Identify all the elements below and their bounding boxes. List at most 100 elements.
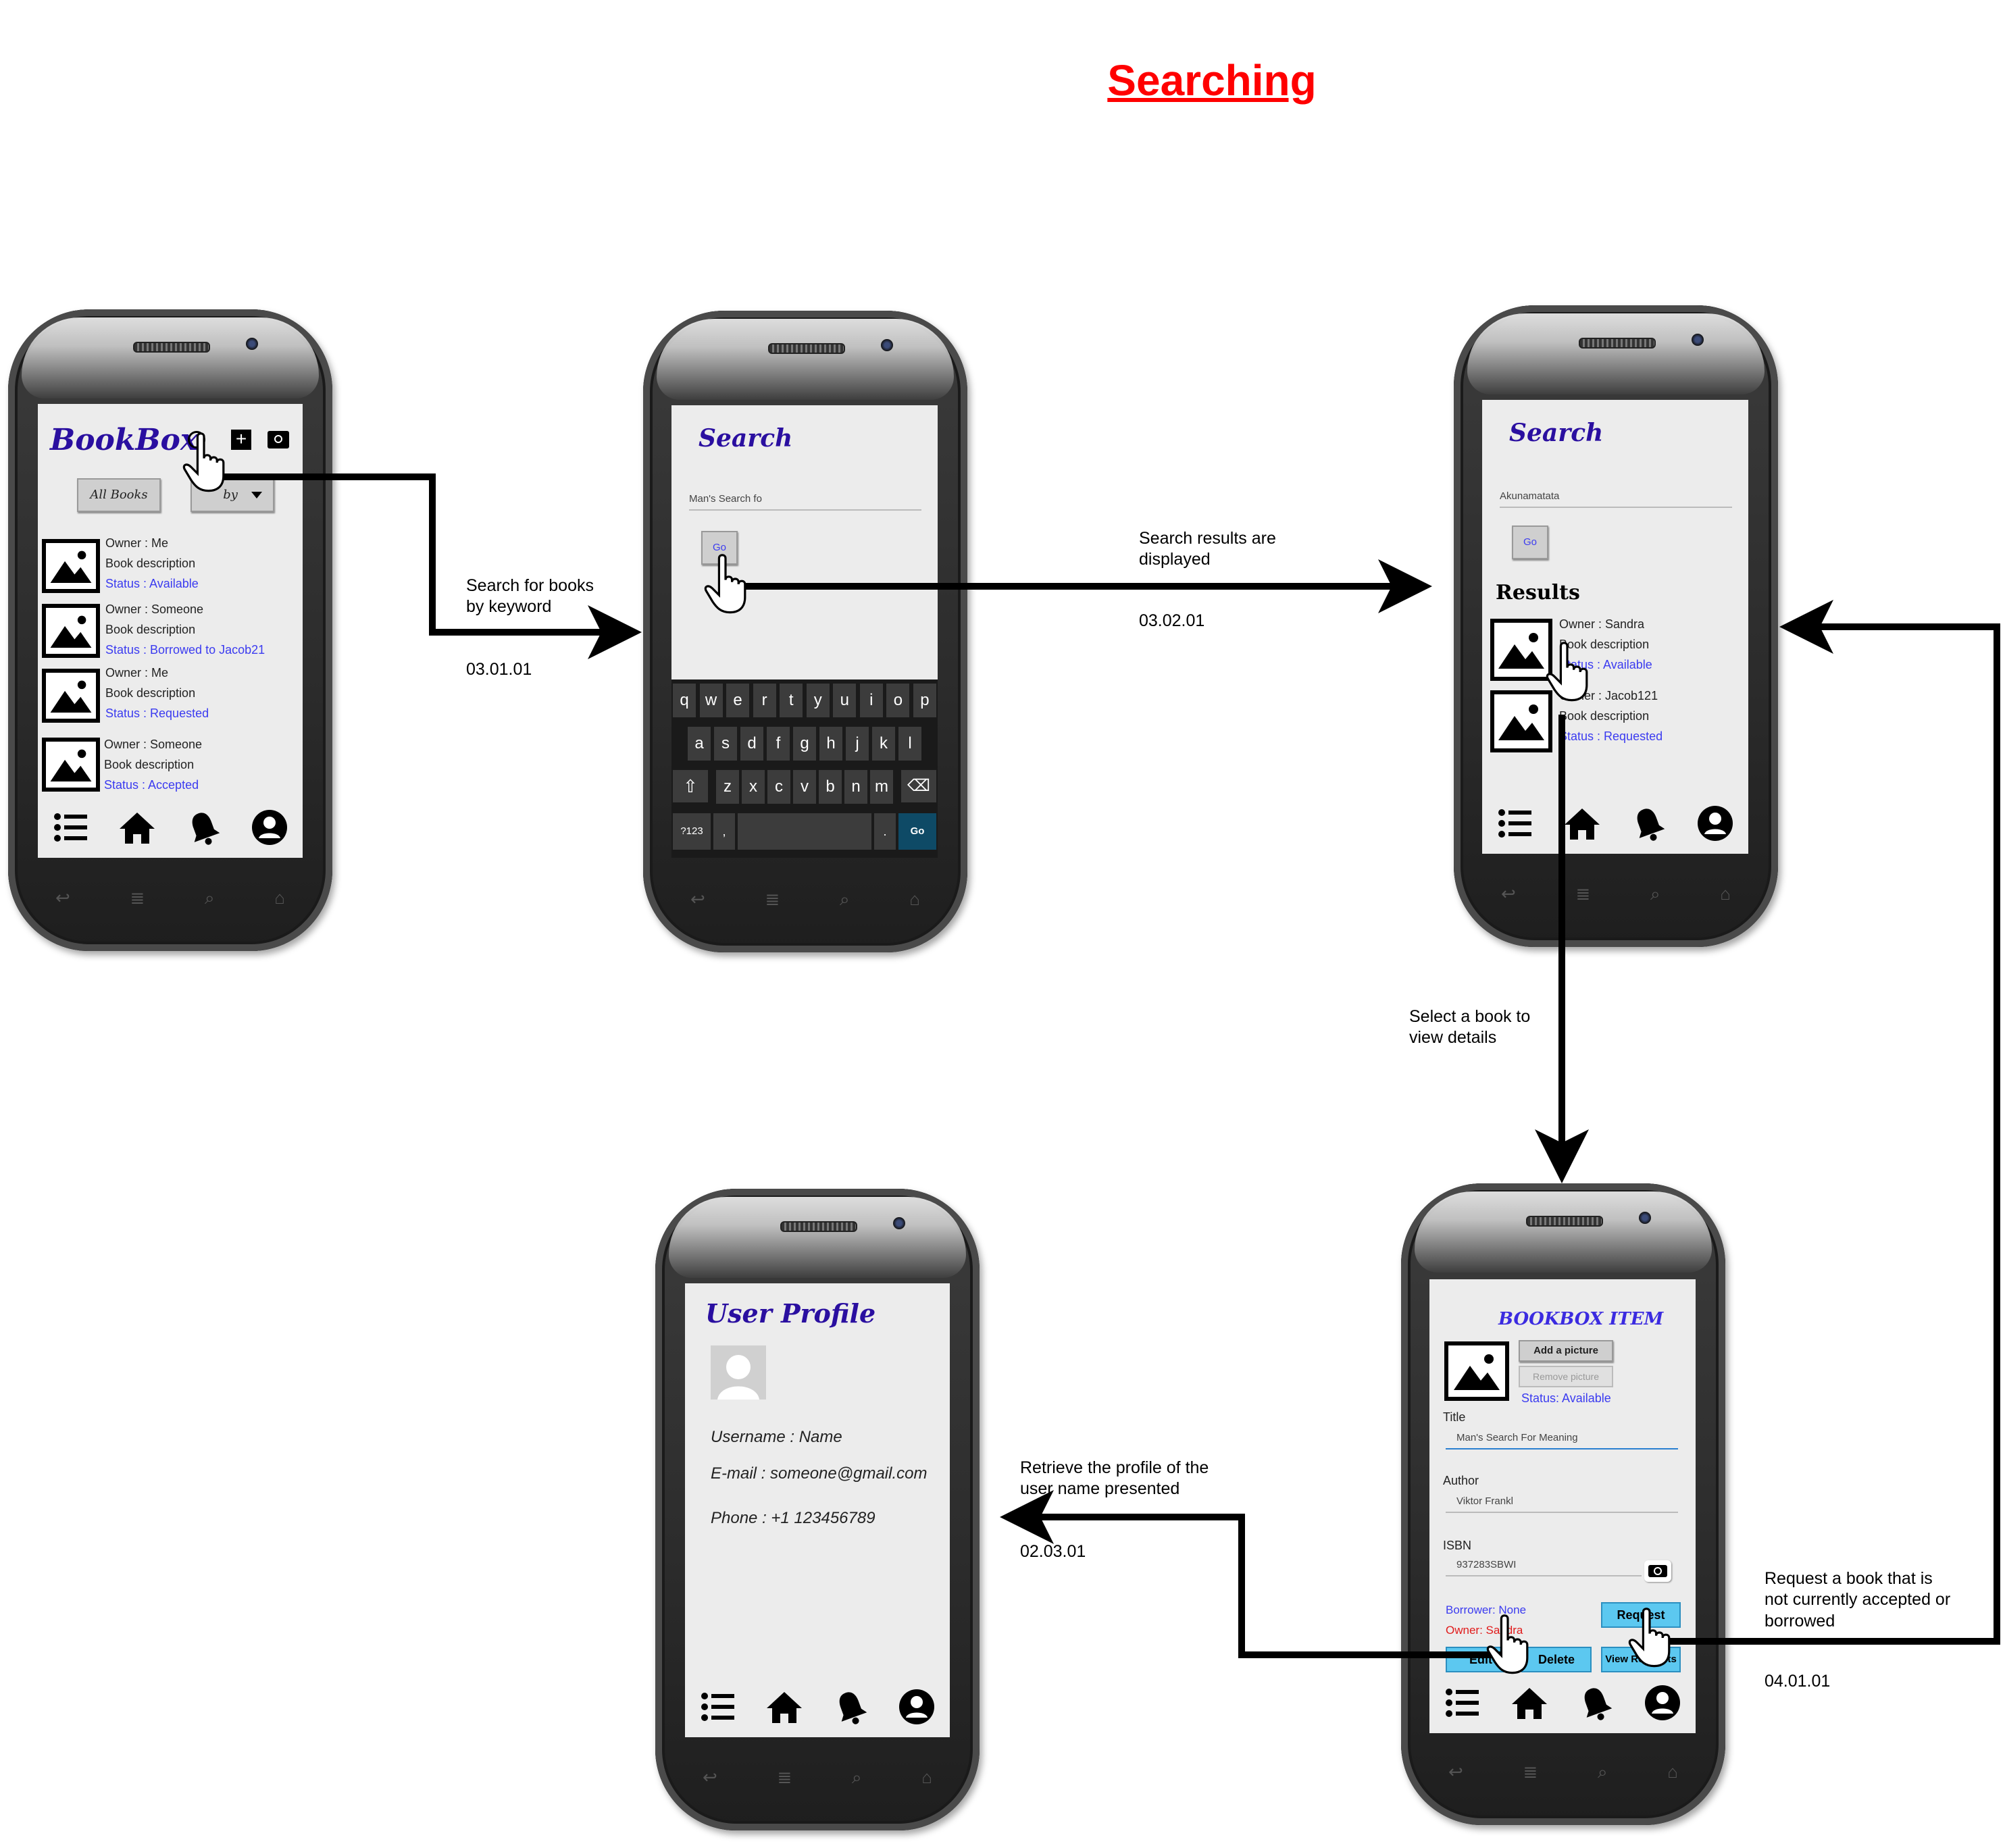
search-input[interactable]: Man's Search fo (689, 493, 921, 511)
home-key-icon[interactable]: ⌂ (1720, 883, 1731, 905)
back-key-icon[interactable]: ↩ (1501, 883, 1516, 905)
home-key-icon[interactable]: ⌂ (1667, 1762, 1678, 1783)
back-key-icon[interactable]: ↩ (703, 1767, 717, 1789)
camera-icon[interactable] (1644, 1560, 1671, 1582)
bell-icon[interactable] (184, 808, 222, 846)
list-item[interactable]: Owner : Me Book description Status : Req… (38, 666, 303, 734)
keyboard-key[interactable]: g (793, 727, 816, 761)
bell-icon[interactable] (1577, 1684, 1615, 1722)
keyboard-key[interactable]: h (819, 727, 842, 761)
go-key[interactable]: Go (898, 813, 936, 850)
back-key-icon[interactable]: ↩ (1448, 1762, 1463, 1783)
delete-button[interactable]: Delete (1521, 1647, 1592, 1672)
annotation-code: 03.01.01 (466, 660, 532, 679)
isbn-field[interactable]: 937283SBWI (1446, 1559, 1642, 1576)
space-key[interactable] (738, 813, 871, 850)
list-icon[interactable] (699, 1688, 737, 1726)
keyboard-key[interactable]: s (714, 727, 737, 761)
search-key-icon[interactable]: ⌕ (1598, 1762, 1608, 1783)
keyboard-key[interactable]: a (688, 727, 711, 761)
keyboard-key[interactable]: j (846, 727, 869, 761)
keyboard-key[interactable]: x (742, 770, 765, 804)
bell-icon[interactable] (1629, 804, 1667, 842)
keyboard-key[interactable]: k (872, 727, 895, 761)
home-icon[interactable] (118, 808, 156, 846)
backspace-key-icon[interactable]: ⌫ (901, 770, 936, 802)
front-camera (1692, 334, 1704, 346)
keyboard-key[interactable]: t (780, 684, 803, 717)
list-icon[interactable] (52, 808, 90, 846)
list-item[interactable]: Owner : Someone Book description Status … (38, 734, 303, 801)
profile-icon[interactable] (898, 1688, 936, 1726)
phone-gloss (669, 1197, 966, 1278)
shift-key-icon[interactable]: ⇧ (673, 770, 708, 802)
list-item[interactable]: Owner : Sandra Book description Status :… (1482, 617, 1748, 688)
home-key-icon[interactable]: ⌂ (909, 889, 920, 910)
home-icon[interactable] (1563, 804, 1601, 842)
back-key-icon[interactable]: ↩ (55, 888, 70, 909)
home-icon[interactable] (765, 1688, 803, 1726)
keyboard-key[interactable]: v (793, 770, 816, 804)
hardware-keys: ↩ ≣ ⌕ ⌂ (690, 889, 920, 910)
search-key-icon[interactable]: ⌕ (840, 889, 850, 910)
keyboard-key[interactable]: u (833, 684, 857, 717)
comma-key[interactable]: , (713, 813, 735, 850)
menu-key-icon[interactable]: ≣ (1576, 883, 1591, 905)
menu-key-icon[interactable]: ≣ (1523, 1762, 1538, 1783)
bell-icon[interactable] (832, 1688, 869, 1726)
keyboard-key[interactable]: o (886, 684, 910, 717)
phone-item: BOOKBOX ITEM Add a picture Remove pictur… (1401, 1183, 1725, 1825)
search-key-icon[interactable]: ⌕ (852, 1767, 862, 1789)
profile-icon[interactable] (1696, 804, 1734, 842)
keyboard-key[interactable]: y (806, 684, 830, 717)
keyboard-key[interactable]: n (844, 770, 867, 804)
home-key-icon[interactable]: ⌂ (274, 888, 285, 909)
camera-icon[interactable] (268, 431, 289, 448)
keyboard-key[interactable]: z (716, 770, 739, 804)
keyboard-key[interactable]: d (740, 727, 763, 761)
all-books-button[interactable]: All Books (77, 478, 161, 512)
list-icon[interactable] (1444, 1684, 1481, 1722)
go-button[interactable]: Go (1512, 525, 1548, 559)
home-icon[interactable] (1511, 1684, 1548, 1722)
search-input[interactable]: Akunamatata (1500, 490, 1732, 508)
keyboard-key[interactable]: w (699, 684, 723, 717)
home-key-icon[interactable]: ⌂ (921, 1767, 932, 1789)
annotation-label: Select a book to view details (1409, 1007, 1531, 1048)
keyboard-key[interactable]: l (898, 727, 921, 761)
menu-key-icon[interactable]: ≣ (778, 1767, 792, 1789)
add-icon[interactable]: + (231, 430, 251, 450)
add-picture-button[interactable]: Add a picture (1519, 1340, 1613, 1362)
list-item[interactable]: Owner : Jacob121 Book description Status… (1482, 689, 1748, 759)
book-owner: Owner : Me (105, 666, 169, 679)
keyboard-key[interactable]: q (673, 684, 696, 717)
menu-key-icon[interactable]: ≣ (765, 889, 780, 910)
keyboard-key[interactable]: m (870, 770, 893, 804)
keyboard-key[interactable]: r (753, 684, 776, 717)
search-key-icon[interactable]: ⌕ (205, 888, 215, 909)
keyboard-key[interactable]: b (819, 770, 842, 804)
menu-key-icon[interactable]: ≣ (130, 888, 145, 909)
list-icon[interactable] (1496, 804, 1534, 842)
keyboard-key[interactable]: e (726, 684, 750, 717)
period-key[interactable]: . (874, 813, 896, 850)
search-key-icon[interactable]: ⌕ (1650, 883, 1660, 905)
keyboard-key[interactable]: f (767, 727, 790, 761)
phone-gloss (22, 317, 319, 399)
keyboard-key[interactable]: p (913, 684, 936, 717)
phone-profile: User Profile Username : Name E-mail : so… (655, 1189, 980, 1830)
phone-speaker (780, 1221, 857, 1232)
profile-icon[interactable] (1644, 1684, 1681, 1722)
book-owner: Owner : Someone (104, 738, 203, 751)
list-item[interactable]: Owner : Me Book description Status : Ava… (38, 536, 303, 601)
list-item[interactable]: Owner : Someone Book description Status … (38, 601, 303, 666)
remove-picture-button[interactable]: Remove picture (1519, 1366, 1613, 1387)
profile-phone: Phone : +1 123456789 (711, 1509, 875, 1527)
author-field[interactable]: Viktor Frankl (1446, 1495, 1678, 1513)
back-key-icon[interactable]: ↩ (690, 889, 705, 910)
title-field[interactable]: Man's Search For Meaning (1446, 1432, 1678, 1449)
profile-icon[interactable] (251, 808, 288, 846)
symbols-key[interactable]: ?123 (673, 813, 711, 850)
keyboard-key[interactable]: c (767, 770, 790, 804)
keyboard-key[interactable]: i (859, 684, 883, 717)
